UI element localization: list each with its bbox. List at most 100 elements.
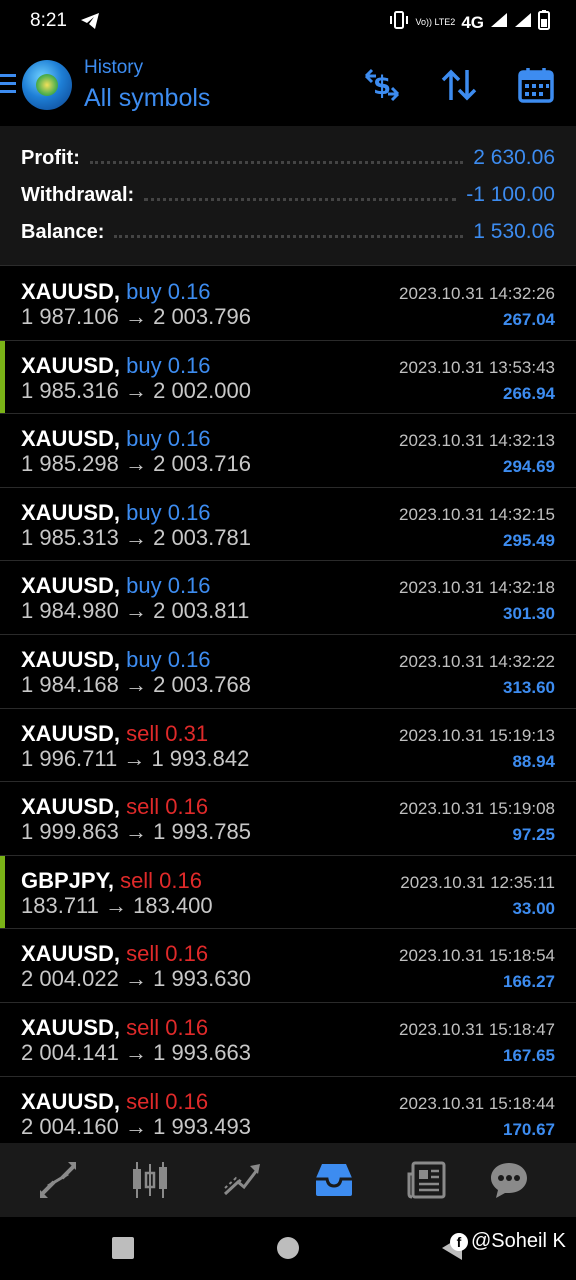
menu-icon[interactable] (0, 74, 16, 98)
trade-time: 2023.10.31 15:18:47 (399, 1019, 555, 1039)
dotted-leader (144, 197, 457, 201)
trade-symbol-line: XAUUSD, buy 0.16 (21, 647, 211, 673)
trade-side: buy 0.16 (126, 499, 211, 525)
trade-time: 2023.10.31 12:35:11 (400, 872, 555, 892)
trade-row[interactable]: XAUUSD, sell 0.16 1 999.863 → 1 993.785 20… (0, 782, 576, 856)
trade-symbol: XAUUSD, (21, 1014, 121, 1040)
trade-side: buy 0.16 (126, 573, 211, 599)
facebook-icon: f (450, 1232, 468, 1251)
trade-symbol-line: XAUUSD, buy 0.16 (21, 279, 211, 305)
profit-row: Profit: 2 630.06 (21, 143, 555, 173)
balance-row: Balance: 1 530.06 (21, 217, 555, 247)
trade-time: 2023.10.31 14:32:18 (399, 578, 555, 598)
trade-row[interactable]: XAUUSD, buy 0.16 1 984.980 → 2 003.811 202… (0, 561, 576, 635)
trade-side: buy 0.16 (126, 426, 211, 452)
trade-symbol: XAUUSD, (21, 1088, 121, 1114)
trade-symbol: XAUUSD, (21, 720, 121, 746)
recents-button[interactable] (112, 1237, 134, 1259)
trade-profit: 266.94 (503, 383, 555, 403)
trade-symbol-line: XAUUSD, buy 0.16 (21, 500, 211, 526)
trade-row[interactable]: XAUUSD, sell 0.16 2 004.160 → 1 993.493 20… (0, 1076, 576, 1143)
trade-row[interactable]: XAUUSD, sell 0.31 1 996.711 → 1 993.842 20… (0, 708, 576, 783)
trade-prices: 1 996.711 → 1 993.842 (21, 745, 250, 771)
trade-prices: 1 985.298 → 2 003.716 (21, 451, 251, 477)
sort-icon[interactable] (440, 66, 478, 109)
trade-prices: 2 004.160 → 1 993.493 (21, 1113, 251, 1139)
news-icon[interactable] (406, 1160, 446, 1200)
battery-icon (538, 10, 550, 35)
trade-time: 2023.10.31 15:18:44 (399, 1093, 555, 1113)
trade-time: 2023.10.31 15:19:13 (399, 725, 555, 745)
chart-icon[interactable] (130, 1160, 170, 1200)
trade-side: buy 0.16 (126, 646, 211, 672)
trade-side: sell 0.16 (126, 1014, 209, 1040)
trade-row[interactable]: XAUUSD, sell 0.16 2 004.141 → 1 993.663 20… (0, 1002, 576, 1077)
chat-icon[interactable] (489, 1160, 529, 1200)
trade-prices: 183.711 → 183.400 (21, 892, 213, 918)
trade-symbol-line: GBPJPY, sell 0.16 (21, 868, 202, 894)
profit-label: Profit: (21, 146, 80, 169)
trade-row[interactable]: XAUUSD, buy 0.16 1 987.106 → 2 003.796 202… (0, 267, 576, 341)
network-type: 4G (461, 12, 484, 32)
watermark-text: @Soheil K (471, 1230, 566, 1252)
balance-value: 1 530.06 (473, 220, 555, 243)
trade-profit: 33.00 (512, 898, 555, 918)
watermark: f @Soheil K (450, 1230, 566, 1253)
home-button[interactable] (277, 1237, 299, 1259)
trades-list[interactable]: XAUUSD, buy 0.16 1 987.106 → 2 003.796 202… (0, 267, 576, 1143)
dotted-leader (89, 160, 464, 164)
trade-prices: 1 985.313 → 2 003.781 (21, 524, 251, 550)
trade-accent-bar (0, 340, 5, 414)
trade-row[interactable]: XAUUSD, sell 0.16 2 004.022 → 1 993.630 20… (0, 929, 576, 1003)
trade-time: 2023.10.31 13:53:43 (399, 357, 555, 377)
telegram-icon (80, 12, 100, 35)
status-bar: 8:21 Vo)) LTE2 4G (0, 0, 576, 44)
trade-prices: 1 985.316 → 2 002.000 (21, 377, 251, 403)
bottom-nav (0, 1143, 576, 1217)
app-logo[interactable] (22, 60, 72, 110)
trade-row[interactable]: GBPJPY, sell 0.16 183.711 → 183.400 2023.1… (0, 855, 576, 930)
trade-time: 2023.10.31 15:18:54 (399, 946, 555, 966)
trade-profit: 294.69 (503, 457, 555, 477)
trade-side: sell 0.16 (126, 941, 209, 967)
trade-symbol: GBPJPY, (21, 867, 114, 893)
history-icon[interactable] (314, 1160, 354, 1200)
header-title[interactable]: All symbols (84, 84, 210, 113)
trade-icon[interactable] (222, 1160, 262, 1200)
dotted-leader (114, 234, 464, 238)
trade-symbol-line: XAUUSD, sell 0.16 (21, 794, 208, 820)
withdrawal-value: -1 100.00 (466, 183, 555, 206)
trade-time: 2023.10.31 14:32:13 (399, 431, 555, 451)
trade-symbol-line: XAUUSD, sell 0.16 (21, 1015, 208, 1041)
trade-row[interactable]: XAUUSD, buy 0.16 1 984.168 → 2 003.768 202… (0, 634, 576, 709)
app-header: History All symbols $ (0, 44, 576, 126)
trade-symbol: XAUUSD, (21, 646, 121, 672)
trade-row[interactable]: XAUUSD, buy 0.16 1 985.313 → 2 003.781 202… (0, 487, 576, 562)
withdrawal-label: Withdrawal: (21, 183, 135, 206)
trade-prices: 2 004.141 → 1 993.663 (21, 1039, 251, 1065)
header-subtitle: History (84, 57, 144, 78)
trade-profit: 88.94 (512, 751, 555, 771)
system-nav-bar: f @Soheil K (0, 1217, 576, 1280)
quotes-icon[interactable] (38, 1160, 78, 1200)
trade-symbol: XAUUSD, (21, 941, 121, 967)
signal-icon (490, 12, 508, 33)
trade-side: sell 0.16 (120, 867, 203, 893)
trade-symbol-line: XAUUSD, sell 0.31 (21, 721, 208, 747)
calendar-icon[interactable] (517, 66, 555, 109)
currency-filter-icon[interactable]: $ (362, 66, 402, 109)
withdrawal-row: Withdrawal: -1 100.00 (21, 180, 555, 210)
trade-side: buy 0.16 (126, 279, 211, 304)
trade-prices: 1 987.106 → 2 003.796 (21, 304, 251, 329)
trade-symbol-line: XAUUSD, buy 0.16 (21, 573, 211, 599)
status-icons: Vo)) LTE2 4G (389, 10, 550, 35)
trade-profit: 295.49 (503, 530, 555, 550)
account-summary: Profit: 2 630.06 Withdrawal: -1 100.00 B… (0, 126, 576, 266)
trade-row[interactable]: XAUUSD, buy 0.16 1 985.316 → 2 002.000 202… (0, 340, 576, 415)
trade-row[interactable]: XAUUSD, buy 0.16 1 985.298 → 2 003.716 202… (0, 414, 576, 488)
trade-time: 2023.10.31 15:19:08 (399, 799, 555, 819)
trade-symbol: XAUUSD, (21, 794, 121, 820)
trade-prices: 2 004.022 → 1 993.630 (21, 966, 251, 992)
trade-symbol: XAUUSD, (21, 426, 121, 452)
signal-icon-2 (514, 12, 532, 33)
